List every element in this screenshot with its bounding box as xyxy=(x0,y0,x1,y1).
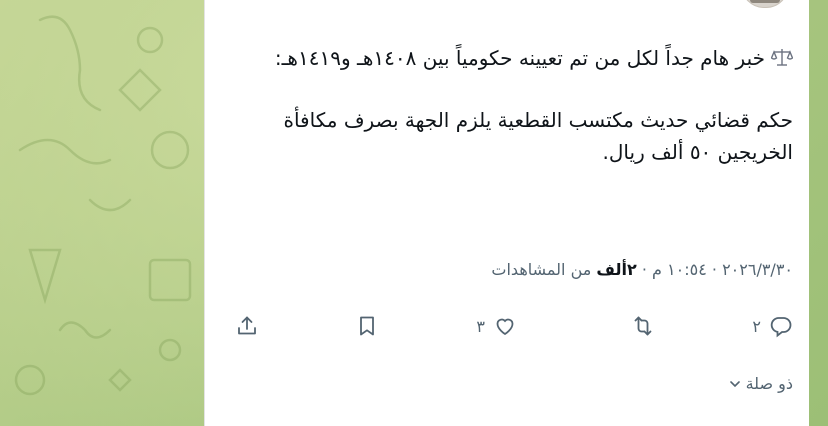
reply-icon xyxy=(770,317,792,338)
reply-count: ٢ xyxy=(752,316,761,336)
chevron-down-icon xyxy=(729,380,740,387)
retweet-button[interactable] xyxy=(623,308,655,344)
meta-separator: · xyxy=(711,260,717,279)
bookmark-button[interactable] xyxy=(355,308,379,344)
share-icon xyxy=(238,316,256,335)
views-label: من المشاهدات xyxy=(491,260,592,279)
tweet-date[interactable]: ٢٠٢٦/٣/٣٠ xyxy=(722,260,793,279)
share-button[interactable] xyxy=(235,308,259,344)
related-dropdown[interactable]: ذو صلة xyxy=(728,374,793,393)
retweet-icon xyxy=(634,316,652,336)
views-count: ٢ألف xyxy=(596,260,637,279)
balance-scale-icon xyxy=(771,49,793,66)
heart-icon xyxy=(496,318,514,336)
author-avatar[interactable] xyxy=(741,0,789,8)
tweet-text: خبر هام جداً لكل من تم تعيينه حكومياً بي… xyxy=(235,42,793,168)
like-count: ٣ xyxy=(476,316,485,336)
reply-button[interactable]: ٢ xyxy=(752,308,793,344)
related-label: ذو صلة xyxy=(745,374,793,393)
like-button[interactable]: ٣ xyxy=(476,308,517,344)
tweet-card: خبر هام جداً لكل من تم تعيينه حكومياً بي… xyxy=(204,0,809,426)
tweet-actions: ٢ ٣ xyxy=(235,308,793,344)
tweet-line-1: خبر هام جداً لكل من تم تعيينه حكومياً بي… xyxy=(235,42,793,74)
tweet-meta: ٢٠٢٦/٣/٣٠ · ١٠:٥٤ م · ٢ألف من المشاهدات xyxy=(491,260,793,279)
tweet-line-2: حكم قضائي حديث مكتسب القطعية يلزم الجهة … xyxy=(283,108,793,164)
meta-separator: · xyxy=(641,260,647,279)
bookmark-icon xyxy=(360,316,374,336)
wallpaper-doodles xyxy=(14,15,192,396)
tweet-time[interactable]: ١٠:٥٤ م xyxy=(652,260,707,279)
